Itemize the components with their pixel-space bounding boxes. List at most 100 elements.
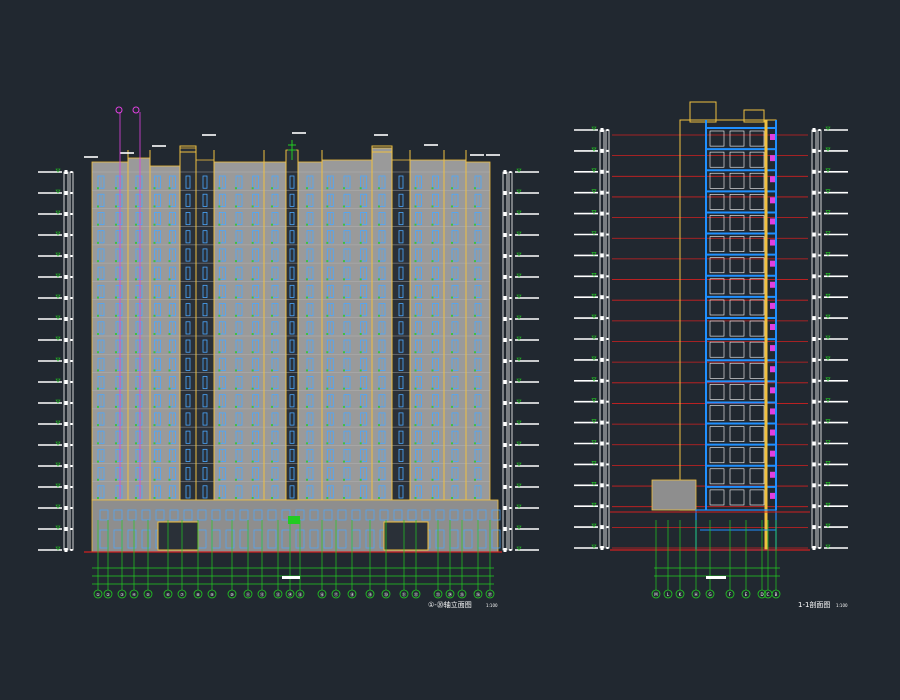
- section-left-tick: [600, 148, 604, 153]
- window-sill: [168, 187, 171, 190]
- elevation-axis-label: ⑫: [260, 591, 264, 597]
- section-left-tick: [606, 275, 609, 278]
- window-sill: [326, 223, 329, 226]
- window-sill: [451, 369, 453, 372]
- window-sill: [378, 351, 380, 354]
- elevation-right-tick: [503, 317, 507, 321]
- entrance-canopy: [383, 521, 429, 551]
- window-sill: [235, 405, 237, 408]
- window-sill: [414, 351, 417, 354]
- section-left-tick: [600, 211, 604, 216]
- window-sill: [474, 369, 476, 372]
- elevation-left-tick: [70, 276, 73, 278]
- elevation-right-tick: [503, 359, 507, 363]
- window-sill: [135, 351, 137, 354]
- section-left-tick: [606, 400, 609, 403]
- section-window: [770, 197, 775, 204]
- elevation-left-tick: [64, 548, 68, 552]
- elevation-total-dimension: [282, 576, 300, 579]
- window-sill: [474, 241, 476, 244]
- window-sill: [359, 333, 362, 335]
- window-sill: [97, 351, 99, 354]
- window-sill: [115, 442, 117, 445]
- window-sill: [271, 187, 273, 190]
- section-right-tick: [812, 546, 816, 550]
- section-left-tick: [600, 525, 604, 530]
- window-sill: [414, 387, 417, 390]
- window-sill: [153, 442, 156, 445]
- window-sill: [218, 205, 221, 208]
- window-sill: [451, 314, 453, 317]
- window-sill: [168, 241, 171, 244]
- elevation-axis-label: ㉒: [414, 591, 418, 597]
- window-sill: [359, 241, 362, 244]
- window-sill: [306, 460, 308, 463]
- window-sill: [306, 424, 308, 427]
- section-right-tick: [812, 274, 816, 279]
- elevation-left-tick: [64, 338, 68, 342]
- section-left-tick: [600, 169, 604, 174]
- section-title: 1-1剖面图: [798, 600, 830, 609]
- window-sill: [343, 351, 345, 354]
- window-sill: [251, 369, 254, 372]
- window-sill: [97, 442, 99, 445]
- section-left-tick: [600, 190, 604, 195]
- section-left-tick: [606, 149, 609, 152]
- window-sill: [168, 351, 171, 354]
- window-sill: [115, 424, 117, 427]
- window-sill: [306, 205, 308, 208]
- elevation-right-tick: [503, 296, 507, 300]
- elevation-axis-label: ⑬: [276, 591, 280, 597]
- window-sill: [115, 278, 117, 281]
- section-window: [770, 239, 775, 246]
- window-sill: [251, 460, 254, 463]
- window-sill: [474, 405, 476, 408]
- window-sill: [251, 442, 254, 445]
- section-right-tick: [818, 442, 821, 445]
- section-right-tick: [812, 211, 816, 216]
- window-sill: [431, 187, 434, 190]
- section-window: [770, 281, 775, 288]
- elevation-right-tick: [503, 422, 507, 426]
- entrance-canopy: [157, 521, 199, 551]
- window-sill: [326, 314, 329, 317]
- window-sill: [414, 187, 417, 190]
- elevation-left-tick: [64, 527, 68, 531]
- elevation-right-tick: [503, 527, 507, 531]
- window-sill: [326, 424, 329, 427]
- section-window: [770, 218, 775, 225]
- section-right-tick: [818, 129, 821, 131]
- window-sill: [343, 296, 345, 299]
- window-sill: [451, 497, 453, 499]
- window-sill: [378, 405, 380, 408]
- window-sill: [153, 405, 156, 408]
- window-sill: [271, 424, 273, 427]
- window-sill: [168, 369, 171, 372]
- section-left-tick: [600, 128, 604, 132]
- window-sill: [378, 223, 380, 226]
- elevation-left-tick: [64, 506, 68, 510]
- elevation-axis-label: ⑥: [166, 592, 170, 597]
- section-right-tick: [818, 505, 821, 508]
- elevation-axis-label: ②: [106, 592, 110, 597]
- window-sill: [135, 223, 137, 226]
- window-sill: [271, 314, 273, 317]
- window-sill: [168, 333, 171, 335]
- window-sill: [218, 260, 221, 263]
- elevation-left-tick: [64, 464, 68, 468]
- section-left-tick: [606, 338, 609, 340]
- window-sill: [235, 387, 237, 390]
- window-sill: [474, 260, 476, 263]
- section-left-tick: [606, 170, 609, 173]
- section-window: [770, 260, 775, 267]
- elevation-axis-label: ④: [132, 592, 136, 597]
- window-sill: [97, 223, 99, 226]
- window-sill: [326, 351, 329, 354]
- section-window: [770, 176, 775, 183]
- window-sill: [326, 278, 329, 281]
- elevation-axis-label: ①: [96, 592, 100, 597]
- section-left-tick: [600, 232, 604, 237]
- section-right-tick: [818, 191, 821, 194]
- elevation-axis-label: ⑨: [210, 592, 214, 597]
- window-sill: [306, 351, 308, 354]
